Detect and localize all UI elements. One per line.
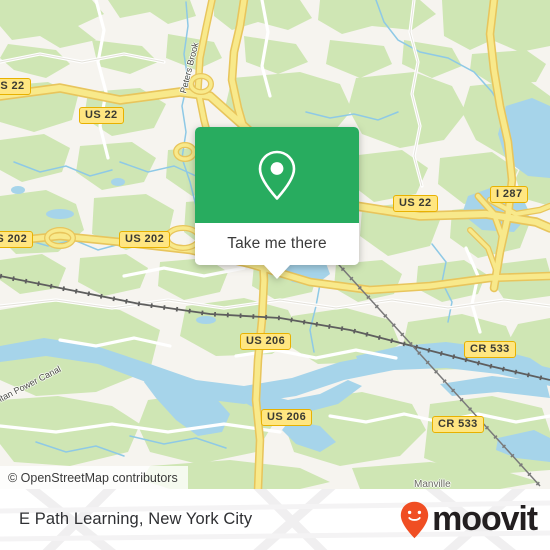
road-shield: US 206 (261, 409, 313, 426)
road-shield: US 202 (119, 231, 171, 248)
osm-attribution[interactable]: © OpenStreetMap contributors (0, 466, 188, 489)
callout-pointer (263, 264, 291, 279)
callout-header (195, 127, 359, 223)
road-shield: CR 533 (432, 416, 484, 433)
moovit-smiley-pin-icon (400, 501, 429, 538)
road-shield: US 206 (240, 333, 292, 350)
map-screenshot: US 22 US 22 US 202 US 202 US 22 I 287 US… (0, 0, 550, 550)
map-canvas[interactable]: US 22 US 22 US 202 US 202 US 22 I 287 US… (0, 0, 550, 489)
road-shield: US 22 (393, 195, 438, 212)
road-shield: US 22 (0, 78, 31, 95)
place-title: E Path Learning, New York City (19, 489, 252, 550)
map-pin-icon (258, 150, 296, 200)
road-shield: I 287 (490, 186, 529, 203)
callout-body[interactable]: Take me there (195, 127, 359, 265)
road-shield: CR 533 (464, 341, 516, 358)
road-shield: US 22 (79, 107, 124, 124)
moovit-wordmark: moovit (432, 500, 538, 538)
destination-callout[interactable]: Take me there (195, 127, 359, 279)
town-label: Manville (414, 479, 451, 489)
place-title-text: E Path Learning, New York City (19, 510, 253, 528)
osm-attribution-text: © OpenStreetMap contributors (8, 470, 178, 485)
road-shield: US 202 (0, 231, 34, 248)
footer-bar: E Path Learning, New York City moovit (0, 489, 550, 550)
moovit-logo[interactable]: moovit (400, 489, 538, 550)
take-me-there-label: Take me there (227, 235, 327, 252)
callout-action[interactable]: Take me there (195, 223, 359, 265)
